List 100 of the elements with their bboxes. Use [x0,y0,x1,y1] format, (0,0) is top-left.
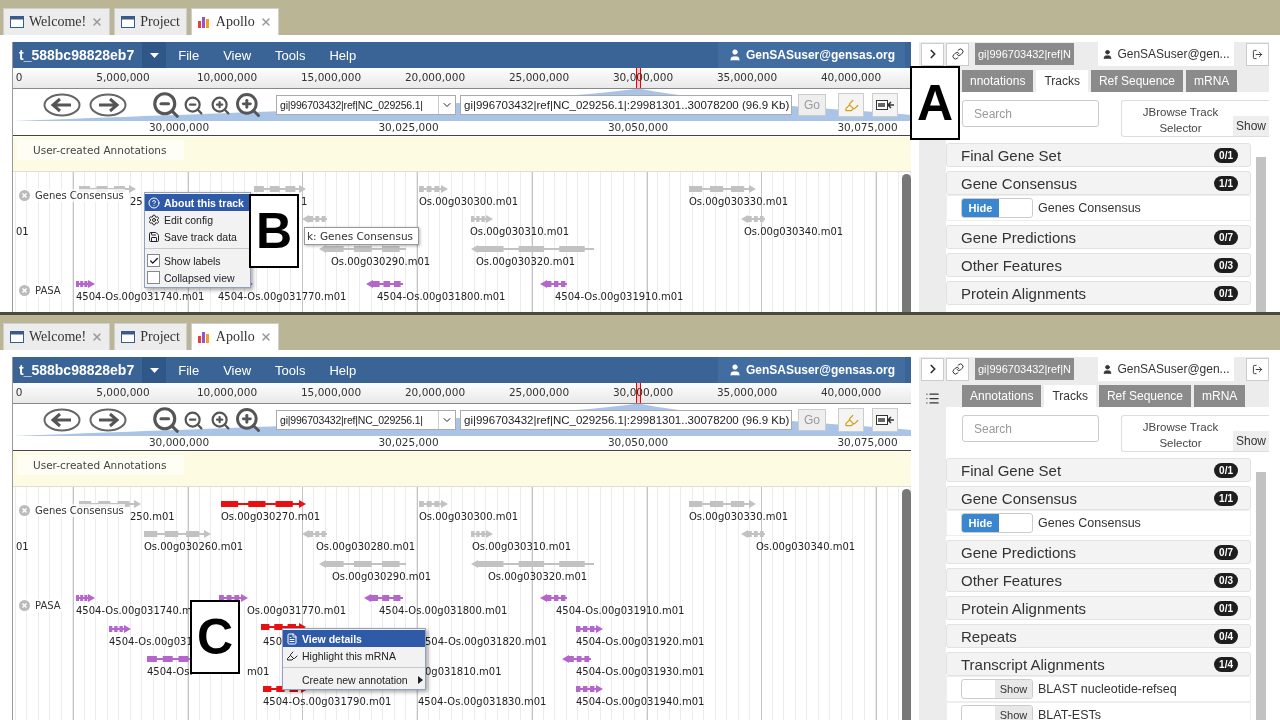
menu-item[interactable]: File [166,42,212,68]
feature-label[interactable]: 4504-Os.00g031910.m01 [555,290,684,303]
feature-label[interactable]: Os.00g030330.m01 [689,510,789,523]
show-button[interactable]: Show [1232,431,1269,451]
feature-label[interactable]: Os.00g030320.m01 [476,255,576,268]
feature-label[interactable]: 4504-Os.00g031800.m01 [377,290,506,303]
feature-label[interactable]: 4504-Os.00g031 [109,635,193,648]
track-group-header[interactable]: Other Features 0/3 [946,568,1251,592]
feature-label[interactable]: 4504-Os.00g031800.m01 [379,604,508,617]
feature-label[interactable]: 4504-Os.00g031830.m01 [418,695,547,708]
pan-right-button[interactable] [89,93,127,117]
feature-label[interactable]: Os.00g030310.m01 [472,540,572,553]
browser-tab[interactable]: Apollo [190,323,279,350]
link-button[interactable] [946,357,969,381]
track-panel-button[interactable] [872,408,898,432]
feature-label[interactable]: 4504-Os.00g031790.m01 [263,695,392,708]
feature-label[interactable]: 4504-Os.00g031740.m [76,604,192,617]
expand-button[interactable] [921,42,944,66]
browser-tab[interactable]: Welcome! [3,323,111,350]
sidebar-tab[interactable]: Tracks [1036,70,1088,92]
feature-label[interactable]: 1 [301,195,308,208]
feature-label[interactable]: Os.00g030300.m01 [419,195,519,208]
track-group-header[interactable]: Gene Predictions 0/7 [946,225,1251,249]
zoom-in-button[interactable] [234,406,262,434]
feature-label[interactable]: 0g031810.m01 [425,665,502,678]
feature-label[interactable]: 504-Os.00g031820.m01 [425,635,548,648]
zoom-out-button[interactable] [183,94,204,116]
user-button[interactable]: GenSASuser@gensas.org [717,357,905,383]
menu-item[interactable]: Highlight this mRNA [283,647,425,664]
zoom-out-button[interactable] [151,90,181,120]
zoom-out-button[interactable] [183,409,204,431]
link-button[interactable] [946,42,969,66]
scrollbar[interactable] [902,489,911,720]
track-group-header[interactable]: Protein Alignments 0/1 [946,596,1251,620]
logout-button[interactable] [1246,357,1269,381]
feature-label[interactable]: 01 [16,540,29,553]
track-group-header[interactable]: Final Gene Set 0/1 [946,143,1251,167]
feature-label[interactable]: 4504-Os.00g031940.m01 [576,695,705,708]
scrollbar[interactable] [902,174,911,312]
logout-button[interactable] [1246,42,1269,66]
browser-tab[interactable]: Project [114,323,187,350]
menu-item[interactable]: View details [283,630,425,647]
track-toggle[interactable]: Show [961,679,1033,699]
scrollbar[interactable] [1256,472,1266,720]
pan-left-button[interactable] [43,93,81,117]
menu-item[interactable]: Edit config [145,211,250,228]
menu-item[interactable]: View [211,357,264,383]
browser-tab[interactable]: Project [114,8,187,35]
feature-label[interactable]: 4504-Os.00g031770.m01 [218,290,347,303]
feature-label[interactable]: Os.00g030290.m01 [332,570,432,583]
feature-label[interactable]: 4504-Os.00g031910.m01 [556,604,685,617]
feature-label[interactable]: Os.00g030260.m01 [144,540,244,553]
menu-item[interactable]: About this track [145,194,250,211]
track-label[interactable]: PASA [16,284,62,297]
menu-item[interactable]: Help [317,42,369,68]
feature-label[interactable]: 4504-Os.00g031930.m01 [576,665,705,678]
menu-item[interactable]: Show labels [145,252,250,269]
browser-tab[interactable]: Welcome! [3,8,111,35]
menu-item[interactable]: View [211,42,264,68]
track-group-header[interactable]: Transcript Alignments 1/4 [946,652,1251,676]
menu-item[interactable]: Save track data [145,228,250,245]
menu-item[interactable]: File [166,357,212,383]
feature-label[interactable]: Os.00g030290.m01 [331,255,431,268]
zoom-out-button[interactable] [151,405,181,435]
feature-label[interactable]: Os.00g030340.m01 [756,540,856,553]
track-group-header[interactable]: Protein Alignments 0/1 [946,281,1251,305]
feature-label[interactable]: 01 [16,225,29,238]
sidebar-tab[interactable]: Tracks [1044,385,1096,407]
user-tab[interactable]: GenSASuser@gen... [1098,357,1234,381]
feature-label[interactable]: Os.00g031770.m01 [247,604,347,617]
track-group-header[interactable]: Repeats 0/4 [946,624,1251,648]
sequence-select[interactable]: gi|996703432|ref|NC_029256.1| [276,95,456,115]
feature-label[interactable]: Os.00g030300.m01 [419,510,519,523]
zoom-in-button[interactable] [210,409,231,431]
menu-item[interactable]: Collapsed view [145,269,250,286]
track-toggle[interactable]: Show [961,705,1033,720]
menu-item[interactable]: Create new annotation [283,671,425,688]
menu-item[interactable]: Tools [263,42,318,68]
track-group-header[interactable]: Gene Predictions 0/7 [946,540,1251,564]
feature-label[interactable]: 4504-Os.00g031920.m01 [576,635,705,648]
pan-right-button[interactable] [89,408,127,432]
feature-label[interactable]: m01 [247,665,270,678]
track-label[interactable]: Genes Consensus [16,504,125,517]
organism-dropdown[interactable] [142,357,167,383]
user-tab[interactable]: GenSASuser@gen... [1098,42,1234,66]
show-button[interactable]: Show [1232,116,1269,136]
location-field[interactable]: gi|996703432|ref|NC_029256.1|:29981301..30078200 (96.9 Kb) [460,95,792,115]
close-icon[interactable] [259,331,272,343]
track-panel-button[interactable] [872,93,898,117]
feature-label[interactable]: Os.00g030340.m01 [744,225,844,238]
track-toggle[interactable]: Hide [961,198,1033,218]
pan-left-button[interactable] [43,408,81,432]
checkbox[interactable] [147,254,160,267]
feature-label[interactable]: Os.00g030280.m01 [316,540,416,553]
expand-button[interactable] [921,357,944,381]
track-label[interactable]: Genes Consensus [16,189,125,202]
location-field[interactable]: gi|996703432|ref|NC_029256.1|:29981301..30078200 (96.9 Kb) [460,410,792,430]
zoom-in-button[interactable] [210,94,231,116]
menu-item[interactable]: Help [317,357,369,383]
track-group-header[interactable]: Final Gene Set 0/1 [946,458,1251,482]
